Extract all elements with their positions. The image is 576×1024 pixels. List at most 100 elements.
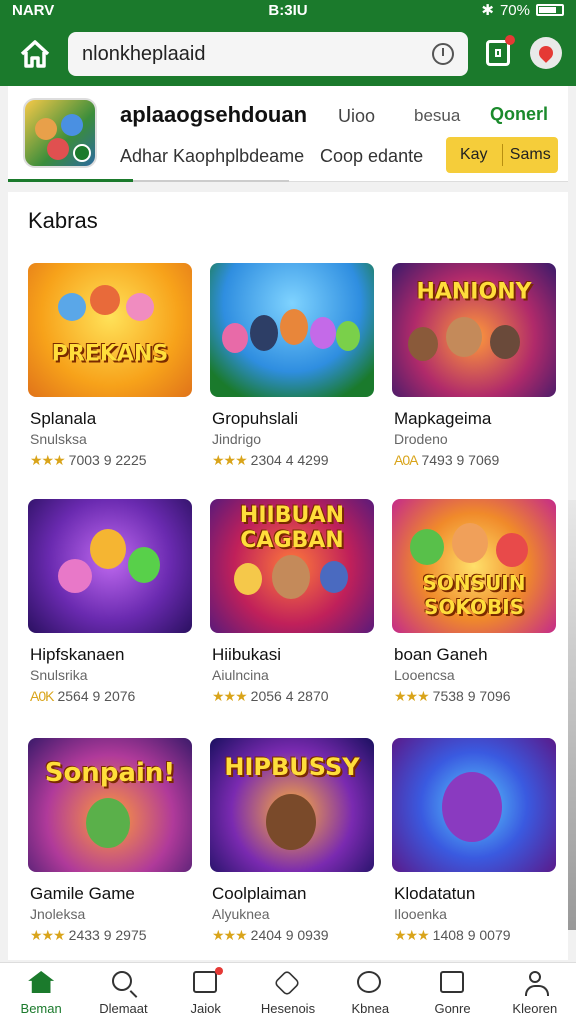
featured-app-meta-2: besua [414, 106, 461, 125]
nav-label: Jaiok [190, 1001, 221, 1016]
battery-icon [536, 4, 564, 16]
verified-icon [73, 144, 91, 162]
shield-icon [273, 969, 301, 997]
game-title: Hiibukasi [212, 645, 281, 664]
nav-item-home[interactable]: Beman [0, 963, 82, 1024]
game-subtitle: Alyuknea [212, 906, 270, 922]
avatar[interactable] [530, 37, 562, 69]
game-thumbnail [392, 738, 556, 872]
game-title: Klodatatun [394, 884, 476, 903]
nav-label: Hesenois [260, 1001, 316, 1016]
nav-item-chat[interactable]: Kbnea [329, 963, 411, 1024]
nav-label: Kleoren [512, 1001, 558, 1016]
section-title: Kabras [28, 208, 98, 233]
search-value: nlonkheplaaid [82, 42, 206, 65]
game-stats: ★★★ 7538 9 7096 [394, 688, 511, 705]
nav-item-profile[interactable]: Kleoren [494, 963, 576, 1024]
game-title: boan Ganeh [394, 645, 488, 664]
featured-app-meta-1: Uioo [338, 106, 376, 126]
game-subtitle: Snulsksa [30, 431, 87, 447]
rating-stars: ★★★ [212, 452, 248, 468]
game-stat-numbers: 2564 9 2076 [57, 688, 136, 704]
rating-stars: A0K [30, 688, 54, 704]
nav-item-shield[interactable]: Hesenois [247, 963, 329, 1024]
game-stats: ★★★ 2056 4 2870 [212, 688, 329, 705]
game-stat-numbers: 7493 9 7069 [421, 452, 500, 468]
game-stat-numbers: 1408 9 0079 [432, 927, 511, 943]
game-stats: ★★★ 7003 9 2225 [30, 452, 147, 469]
game-stat-numbers: 7003 9 2225 [68, 452, 147, 468]
nav-item-store[interactable]: Gonre [411, 963, 493, 1024]
featured-app-title: aplaaogsehdouan [120, 102, 308, 127]
nav-item-library[interactable]: Jaiok [165, 963, 247, 1024]
game-art-title: HIIBUAN CAGBAN [239, 503, 345, 554]
games-section: Kabras PREKANS Splanala Snulsksa ★★★ 7003… [8, 192, 568, 960]
game-thumbnail: HIPBUSSY [210, 738, 374, 872]
home-icon [28, 971, 55, 995]
game-subtitle: Drodeno [394, 431, 448, 447]
featured-app-icon [23, 98, 97, 168]
game-art-title: Sonpain! [44, 757, 176, 788]
game-title: Mapkageima [394, 409, 492, 428]
game-subtitle: Ilooenka [394, 906, 447, 922]
game-stat-numbers: 2304 4 4299 [250, 452, 329, 468]
nav-label: Beman [20, 1001, 62, 1016]
game-subtitle: Jnoleksa [30, 906, 86, 922]
action-button-2[interactable]: Sams [503, 146, 559, 164]
notifications-icon[interactable] [486, 35, 515, 66]
nav-label: Kbnea [351, 1001, 390, 1016]
game-title: Splanala [30, 409, 97, 428]
rating-stars: A0A [394, 452, 418, 468]
nav-item-search[interactable]: Dlemaat [82, 963, 164, 1024]
rating-stars: ★★★ [30, 452, 66, 468]
search-input[interactable]: nlonkheplaaid [68, 32, 468, 76]
library-icon [192, 967, 223, 995]
store-icon [439, 971, 466, 995]
nav-label: Gonre [434, 1001, 471, 1016]
game-art-title: HANIONY [416, 279, 532, 305]
featured-app-actions: Kay Sams [446, 137, 558, 173]
game-title: Coolplaiman [212, 884, 307, 903]
game-subtitle: Snulsrika [30, 667, 88, 683]
game-thumbnail [28, 499, 192, 633]
next-card-peek [568, 500, 576, 930]
game-thumbnail: HIIBUAN CAGBAN [210, 499, 374, 633]
featured-app-link[interactable]: Qonerl [490, 104, 548, 125]
rating-stars: ★★★ [394, 688, 430, 704]
clock-label: B:3IU [268, 1, 308, 19]
game-stat-numbers: 2433 9 2975 [68, 927, 147, 943]
featured-app-banner[interactable]: aplaaogsehdouan Uioo besua Qonerl Adhar … [8, 86, 568, 182]
game-stats: ★★★ 2433 9 2975 [30, 927, 147, 944]
game-thumbnail: SONSUIN SOKOBIS [392, 499, 556, 633]
history-icon[interactable] [432, 43, 454, 65]
game-stat-numbers: 2404 9 0939 [250, 927, 329, 943]
rating-stars: ★★★ [212, 927, 248, 943]
bottom-navigation: Beman Dlemaat Jaiok Hesenois Kbnea Gonre… [0, 962, 576, 1024]
featured-app-subtitle: Adhar Kaophplbdeame [120, 146, 305, 166]
tab-divider [133, 180, 289, 182]
game-thumbnail: HANIONY [392, 263, 556, 397]
game-art-title: PREKANS [51, 341, 169, 367]
game-thumbnail: Sonpain! [28, 738, 192, 872]
game-subtitle: Aiulncina [212, 667, 269, 683]
game-thumbnail: PREKANS [28, 263, 192, 397]
status-bar: NARV B:3IU ✱ 70% [0, 0, 576, 20]
game-stats: ★★★ 2404 9 0939 [212, 927, 329, 944]
profile-icon [522, 971, 549, 996]
search-icon [110, 971, 136, 995]
game-thumbnail [210, 263, 374, 397]
game-art-title: HIPBUSSY [224, 753, 360, 782]
notification-dot [505, 35, 515, 45]
game-stat-numbers: 2056 4 2870 [250, 688, 329, 704]
game-stats: ★★★ 2304 4 4299 [212, 452, 329, 469]
rating-stars: ★★★ [212, 688, 248, 704]
game-stats: A0K 2564 9 2076 [30, 688, 135, 704]
home-icon[interactable] [18, 37, 52, 71]
game-title: Gamile Game [30, 884, 135, 903]
tab-indicator [8, 179, 133, 182]
action-button-1[interactable]: Kay [446, 146, 502, 164]
rating-stars: ★★★ [30, 927, 66, 943]
game-subtitle: Jindrigo [212, 431, 262, 447]
game-stats: A0A 7493 9 7069 [394, 452, 499, 468]
game-title: Gropuhslali [212, 409, 298, 428]
